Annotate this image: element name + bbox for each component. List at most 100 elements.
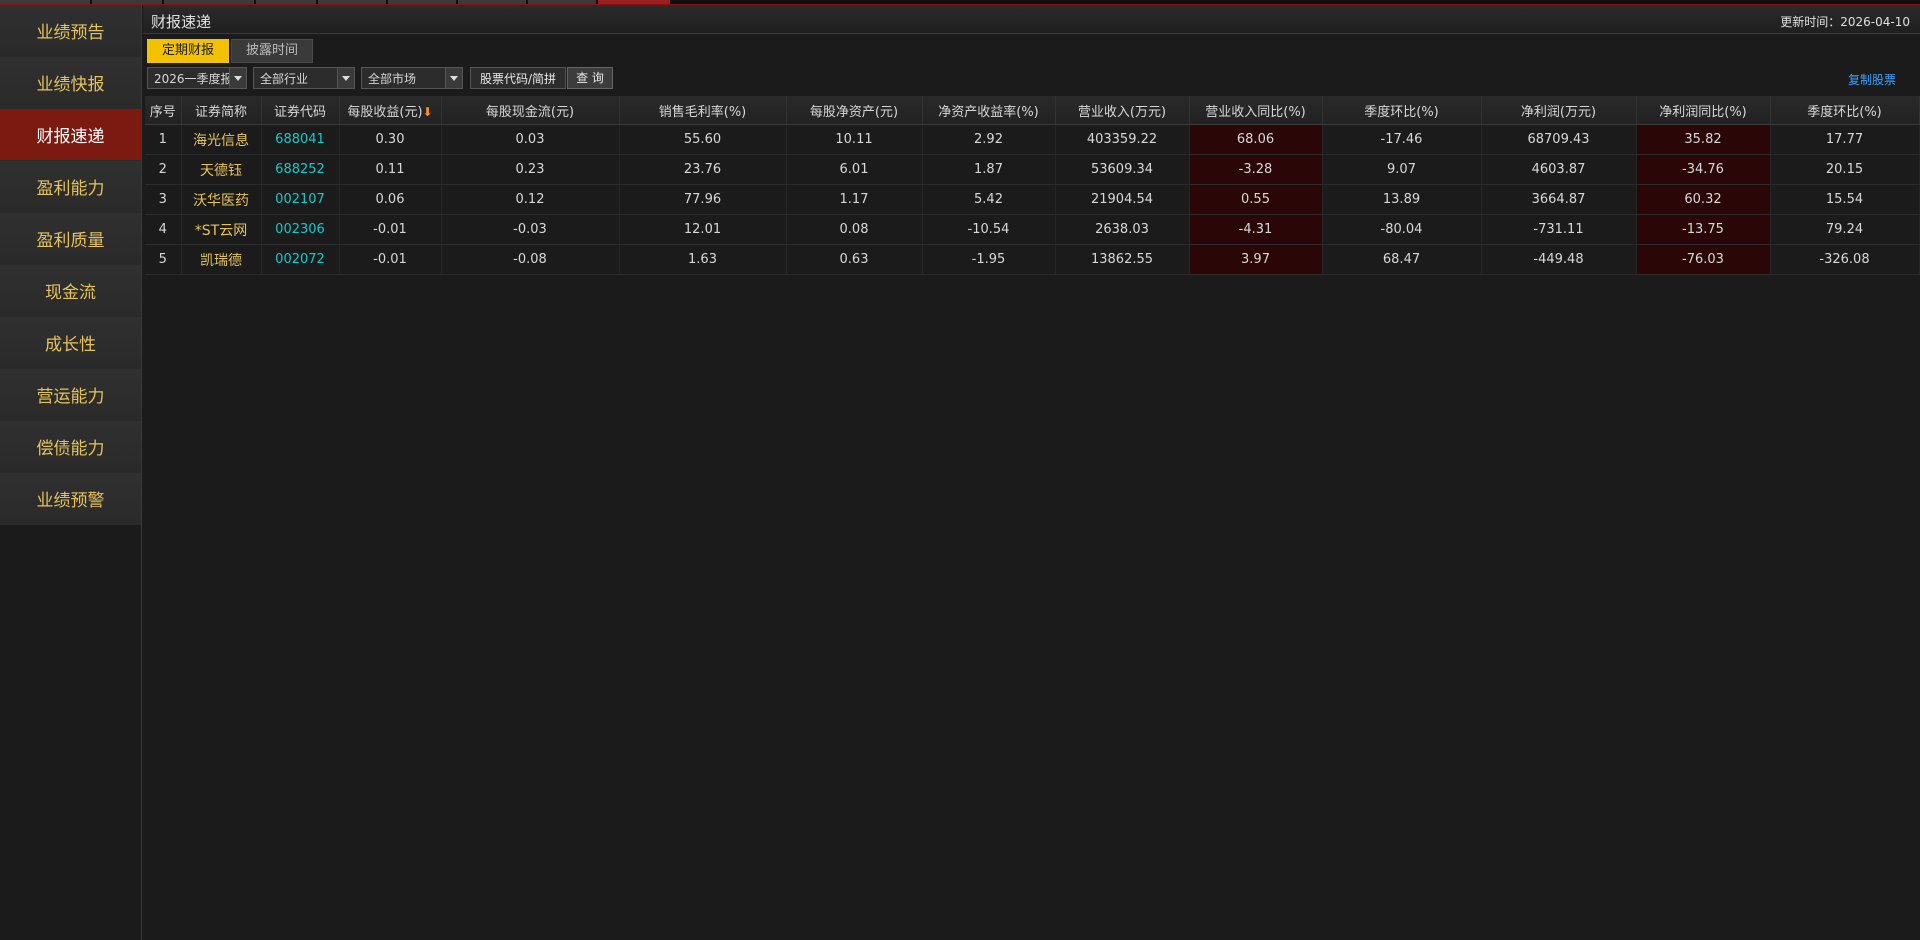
cell-index: 1: [145, 124, 182, 155]
title-bar: 财报速递 更新时间：2026-04-10: [143, 5, 1920, 34]
period-select[interactable]: 2026一季度报: [147, 67, 247, 89]
table-body: 1 海光信息 688041 0.30 0.03 55.60 10.11 2.92 403359.…: [145, 124, 1920, 275]
cell-code[interactable]: 002072: [261, 244, 340, 275]
chevron-down-icon[interactable]: [229, 68, 246, 88]
cell-revenue-yoy: 0.55: [1189, 184, 1323, 215]
copy-stocks-link[interactable]: 复制股票: [1848, 71, 1896, 88]
cell-name[interactable]: 海光信息: [181, 124, 262, 155]
update-time-value: 2026-04-10: [1840, 15, 1910, 29]
cell-cashflow-per-share: 0.23: [441, 154, 620, 185]
tab-disclosure-time[interactable]: 披露时间: [231, 39, 314, 63]
col-header-code[interactable]: 证券代码: [261, 96, 340, 125]
report-tabs: 定期财报 披露时间: [147, 39, 315, 63]
col-header-net-profit-qoq[interactable]: 季度环比(%): [1770, 96, 1920, 125]
cell-gross-margin: 77.96: [619, 184, 787, 215]
period-select-value: 2026一季度报: [154, 72, 233, 86]
col-header-gross-margin[interactable]: 销售毛利率(%): [619, 96, 787, 125]
sidebar-item-performance-forecast[interactable]: 业绩预告: [0, 5, 141, 57]
sort-desc-icon: ⬇: [422, 104, 433, 119]
cell-net-profit-yoy: -34.76: [1636, 154, 1771, 185]
cell-code[interactable]: 688041: [261, 124, 340, 155]
cell-roe: -1.95: [922, 244, 1056, 275]
industry-select-value: 全部行业: [260, 72, 309, 86]
cell-index: 5: [145, 244, 182, 275]
col-header-eps[interactable]: 每股收益(元)⬇: [339, 96, 442, 125]
cell-name[interactable]: 天德钰: [181, 154, 262, 185]
query-button[interactable]: 查 询: [567, 67, 613, 89]
sidebar-item-profitability[interactable]: 盈利能力: [0, 161, 141, 213]
sidebar-item-performance-warning[interactable]: 业绩预警: [0, 473, 141, 525]
main-panel: 财报速递 更新时间：2026-04-10 定期财报 披露时间 2026一季度报 全…: [143, 5, 1920, 940]
tab-periodic-report[interactable]: 定期财报: [147, 39, 230, 63]
col-header-revenue[interactable]: 营业收入(万元): [1055, 96, 1190, 125]
table-row[interactable]: 4 *ST云网 002306 -0.01 -0.03 12.01 0.08 -10.54 263…: [145, 214, 1920, 245]
cell-eps: 0.06: [339, 184, 442, 215]
cell-name[interactable]: *ST云网: [181, 214, 262, 245]
col-header-name[interactable]: 证券简称: [181, 96, 262, 125]
cell-revenue: 53609.34: [1055, 154, 1190, 185]
stock-search-input[interactable]: 股票代码/简拼: [470, 67, 566, 89]
cell-net-assets-per-share: 1.17: [786, 184, 923, 215]
cell-net-assets-per-share: 10.11: [786, 124, 923, 155]
cell-code[interactable]: 002107: [261, 184, 340, 215]
sidebar-item-operating-capacity[interactable]: 营运能力: [0, 369, 141, 421]
cell-cashflow-per-share: 0.03: [441, 124, 620, 155]
cell-eps: -0.01: [339, 214, 442, 245]
cell-eps: -0.01: [339, 244, 442, 275]
cell-net-profit-qoq: 79.24: [1770, 214, 1920, 245]
cell-revenue-qoq: 68.47: [1322, 244, 1482, 275]
sidebar-item-solvency[interactable]: 偿债能力: [0, 421, 141, 473]
cell-revenue-yoy: 3.97: [1189, 244, 1323, 275]
cell-gross-margin: 1.63: [619, 244, 787, 275]
industry-select[interactable]: 全部行业: [253, 67, 355, 89]
cell-name[interactable]: 凯瑞德: [181, 244, 262, 275]
cell-net-profit-yoy: -76.03: [1636, 244, 1771, 275]
chevron-down-icon[interactable]: [337, 68, 354, 88]
chevron-down-icon[interactable]: [445, 68, 462, 88]
cell-cashflow-per-share: -0.08: [441, 244, 620, 275]
col-header-net-profit[interactable]: 净利润(万元): [1481, 96, 1637, 125]
report-table: 序号 证券简称 证券代码 每股收益(元)⬇ 每股现金流(元) 销售毛利率(%) …: [145, 96, 1920, 275]
col-header-index[interactable]: 序号: [145, 96, 182, 125]
cell-net-profit-qoq: -326.08: [1770, 244, 1920, 275]
sidebar-item-financial-report-express[interactable]: 财报速递: [0, 109, 141, 161]
table-row[interactable]: 1 海光信息 688041 0.30 0.03 55.60 10.11 2.92 403359.…: [145, 124, 1920, 155]
col-header-roe[interactable]: 净资产收益率(%): [922, 96, 1056, 125]
cell-index: 2: [145, 154, 182, 185]
cell-index: 3: [145, 184, 182, 215]
col-header-revenue-yoy[interactable]: 营业收入同比(%): [1189, 96, 1323, 125]
sidebar-item-performance-express[interactable]: 业绩快报: [0, 57, 141, 109]
sidebar-item-growth[interactable]: 成长性: [0, 317, 141, 369]
cell-net-profit-qoq: 17.77: [1770, 124, 1920, 155]
table-row[interactable]: 5 凯瑞德 002072 -0.01 -0.08 1.63 0.63 -1.95 13862.5…: [145, 244, 1920, 275]
cell-net-profit: -449.48: [1481, 244, 1637, 275]
cell-revenue-qoq: 9.07: [1322, 154, 1482, 185]
filter-bar: 2026一季度报 全部行业 全部市场 股票代码/简拼 查 询 复制股票: [147, 67, 1910, 91]
cell-cashflow-per-share: -0.03: [441, 214, 620, 245]
cell-roe: 1.87: [922, 154, 1056, 185]
cell-gross-margin: 55.60: [619, 124, 787, 155]
cell-net-profit-yoy: 35.82: [1636, 124, 1771, 155]
col-header-net-profit-yoy[interactable]: 净利润同比(%): [1636, 96, 1771, 125]
market-select[interactable]: 全部市场: [361, 67, 463, 89]
cell-net-profit-qoq: 15.54: [1770, 184, 1920, 215]
update-time: 更新时间：2026-04-10: [1780, 13, 1910, 30]
cell-roe: 2.92: [922, 124, 1056, 155]
table-row[interactable]: 3 沃华医药 002107 0.06 0.12 77.96 1.17 5.42 21904.54…: [145, 184, 1920, 215]
col-header-net-assets-per-share[interactable]: 每股净资产(元): [786, 96, 923, 125]
page-title: 财报速递: [151, 13, 212, 31]
table-row[interactable]: 2 天德钰 688252 0.11 0.23 23.76 6.01 1.87 53609.34-…: [145, 154, 1920, 185]
cell-revenue-yoy: -4.31: [1189, 214, 1323, 245]
cell-code[interactable]: 688252: [261, 154, 340, 185]
col-header-cashflow-per-share[interactable]: 每股现金流(元): [441, 96, 620, 125]
cell-net-assets-per-share: 6.01: [786, 154, 923, 185]
cell-net-profit-qoq: 20.15: [1770, 154, 1920, 185]
cell-net-assets-per-share: 0.08: [786, 214, 923, 245]
cell-code[interactable]: 002306: [261, 214, 340, 245]
col-header-revenue-qoq[interactable]: 季度环比(%): [1322, 96, 1482, 125]
sidebar-item-earnings-quality[interactable]: 盈利质量: [0, 213, 141, 265]
cell-name[interactable]: 沃华医药: [181, 184, 262, 215]
cell-revenue: 2638.03: [1055, 214, 1190, 245]
sidebar-item-cash-flow[interactable]: 现金流: [0, 265, 141, 317]
cell-net-profit: 3664.87: [1481, 184, 1637, 215]
